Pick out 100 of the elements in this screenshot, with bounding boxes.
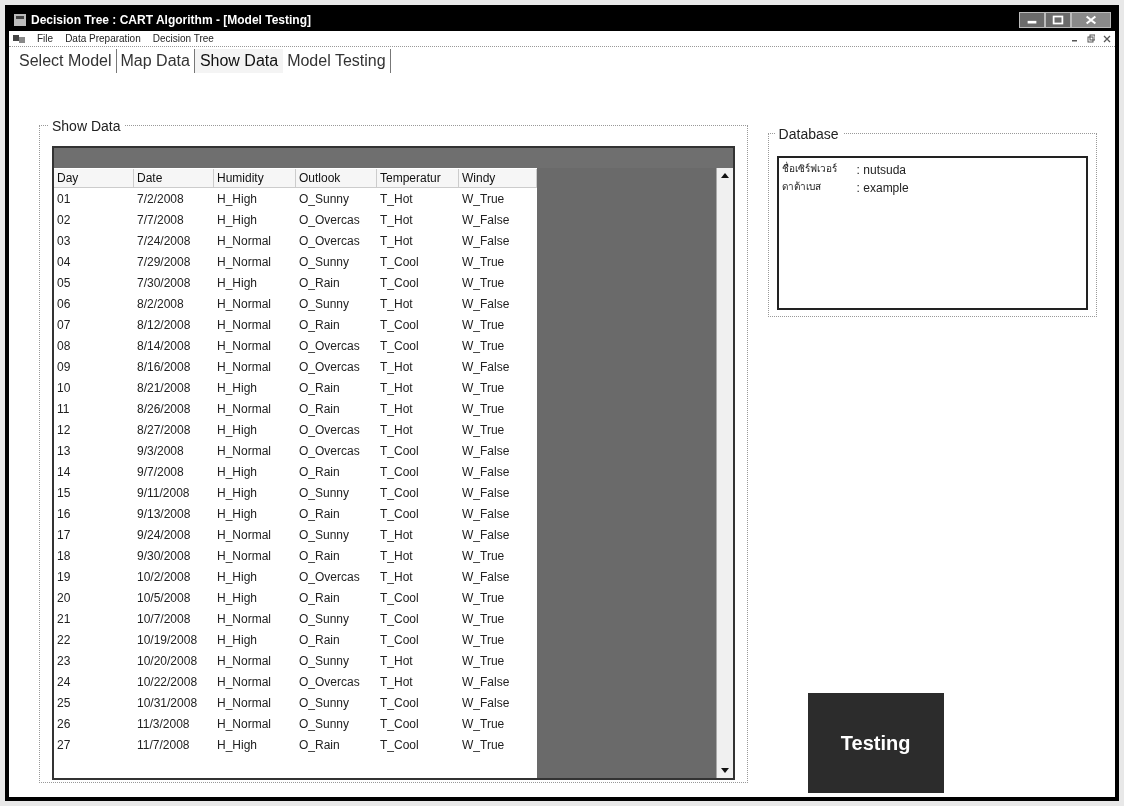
table-cell-text: H_Normal	[216, 715, 272, 733]
table-cell-text: H_Normal	[216, 442, 272, 460]
column-header[interactable]: Outlook	[296, 169, 377, 187]
tab[interactable]: Map Data	[116, 49, 195, 73]
table-cell-text: 8/14/2008	[136, 337, 192, 355]
table-cell-text: T_Cool	[379, 505, 420, 523]
table-cell-text: H_Normal	[216, 673, 272, 691]
table-cell-text: T_Cool	[379, 463, 420, 481]
table-cell-text: H_High	[216, 463, 259, 481]
table-cell-text: O_Overcas	[298, 421, 361, 439]
close-icon[interactable]	[1103, 33, 1111, 44]
table-cell-text: O_Overcas	[298, 568, 361, 586]
menu-item[interactable]: Decision Tree	[152, 31, 214, 46]
table-cell-text: T_Hot	[379, 526, 414, 544]
table-cell-text: 06	[56, 295, 72, 313]
table-cell-text: H_High	[216, 568, 259, 586]
tab[interactable]: Model Testing	[283, 49, 391, 73]
table-cell-text: H_High	[216, 421, 259, 439]
column-header[interactable]: Windy	[459, 169, 537, 187]
table-cell-text: W_False	[461, 673, 511, 691]
table-cell-text: W_False	[461, 358, 511, 376]
table-cell-text: 9/13/2008	[136, 505, 192, 523]
table-cell-text: O_Sunny	[298, 610, 351, 628]
table-cell-text: W_True	[461, 631, 506, 649]
table-cell-text: 24	[56, 673, 72, 691]
testing-button[interactable]: Testing	[807, 693, 944, 793]
table-cell-text: 10/5/2008	[136, 589, 192, 607]
table-cell-text: W_False	[461, 463, 511, 481]
table-cell-text: H_Normal	[216, 610, 272, 628]
menu-item[interactable]: File	[37, 31, 54, 46]
table-cell-text: 7/24/2008	[136, 232, 192, 250]
close-icon[interactable]	[1071, 12, 1111, 28]
table-cell-text: 07	[56, 316, 72, 334]
table-cell-text: 21	[56, 610, 72, 628]
table-cell-text: 8/2/2008	[136, 295, 185, 313]
table-cell-text: T_Cool	[379, 484, 420, 502]
table-cell-text: 22	[56, 631, 72, 649]
table-cell-text: W_True	[461, 316, 506, 334]
table-cell-text: O_Rain	[298, 316, 341, 334]
table-cell-text: O_Sunny	[298, 295, 351, 313]
table-cell-text: H_High	[216, 379, 259, 397]
field-label: ดาต้าเบส	[781, 180, 822, 194]
table-cell-text: W_True	[461, 190, 506, 208]
table-cell-text: 7/2/2008	[136, 190, 185, 208]
field-label: ชื่อเซิร์ฟเวอร์	[781, 161, 838, 176]
table-cell-text: H_High	[216, 589, 259, 607]
table-cell-text: H_Normal	[216, 526, 272, 544]
table-cell-text: H_Normal	[216, 694, 272, 712]
table-cell-text: 23	[56, 652, 72, 670]
table-cell-text: T_Cool	[379, 442, 420, 460]
tab[interactable]: Select Model	[15, 49, 117, 73]
restore-icon[interactable]	[1087, 33, 1095, 44]
minimize-icon[interactable]	[1019, 12, 1045, 28]
table-cell-text: O_Rain	[298, 505, 341, 523]
table-cell-text: T_Hot	[379, 190, 414, 208]
table-cell-text: 8/21/2008	[136, 379, 192, 397]
table-cell-text: 25	[56, 694, 72, 712]
table-cell-text: 10	[56, 379, 72, 397]
table-cell-text: T_Cool	[379, 610, 420, 628]
table-cell-text: W_True	[461, 610, 506, 628]
window-title: Decision Tree : CART Algorithm - [Model Testing]	[31, 12, 311, 29]
table-cell-text: 8/26/2008	[136, 400, 192, 418]
menu-item[interactable]: Data Preparation	[65, 31, 141, 46]
table-cell-text: 10/19/2008	[136, 631, 199, 649]
column-header[interactable]: Day	[54, 169, 134, 187]
table-cell-text: W_True	[461, 379, 506, 397]
table-cell-text: T_Hot	[379, 295, 414, 313]
column-header[interactable]: Temperatur	[377, 169, 459, 187]
table-cell-text: O_Sunny	[298, 484, 351, 502]
table-cell-text: H_High	[216, 484, 259, 502]
table-cell-text: O_Rain	[298, 379, 341, 397]
column-header[interactable]: Humidity	[214, 169, 296, 187]
table-cell-text: O_Sunny	[298, 652, 351, 670]
table-cell-text: H_Normal	[216, 337, 272, 355]
table-cell-text: 11/7/2008	[136, 736, 191, 754]
table-cell-text: T_Hot	[379, 379, 414, 397]
table-cell-text: T_Cool	[379, 253, 420, 271]
table-cell-text: 8/12/2008	[136, 316, 192, 334]
table-cell-text: W_True	[461, 589, 506, 607]
table-cell-text: W_False	[461, 505, 511, 523]
table-cell-text: H_Normal	[216, 232, 272, 250]
column-header[interactable]: Date	[134, 169, 214, 187]
tab[interactable]: Show Data	[194, 49, 284, 73]
field-value: : example	[856, 180, 909, 197]
table-cell-text: 05	[56, 274, 72, 292]
app-icon	[13, 13, 27, 27]
maximize-icon[interactable]	[1045, 12, 1071, 28]
table-cell-text: H_Normal	[216, 295, 272, 313]
table-cell-text: 26	[56, 715, 72, 733]
table-cell-text: T_Hot	[379, 547, 414, 565]
table-cell-text: T_Cool	[379, 589, 420, 607]
table-cell-text: W_False	[461, 694, 511, 712]
table-cell-text: 10/31/2008	[136, 694, 199, 712]
table-cell-text: 9/24/2008	[136, 526, 192, 544]
table-cell-text: W_True	[461, 715, 506, 733]
table-cell-text: 18	[56, 547, 72, 565]
table-cell-text: T_Cool	[379, 631, 420, 649]
table-cell-text: W_False	[461, 211, 511, 229]
table-cell-text: 11	[56, 400, 71, 418]
table-cell-text: T_Hot	[379, 568, 414, 586]
